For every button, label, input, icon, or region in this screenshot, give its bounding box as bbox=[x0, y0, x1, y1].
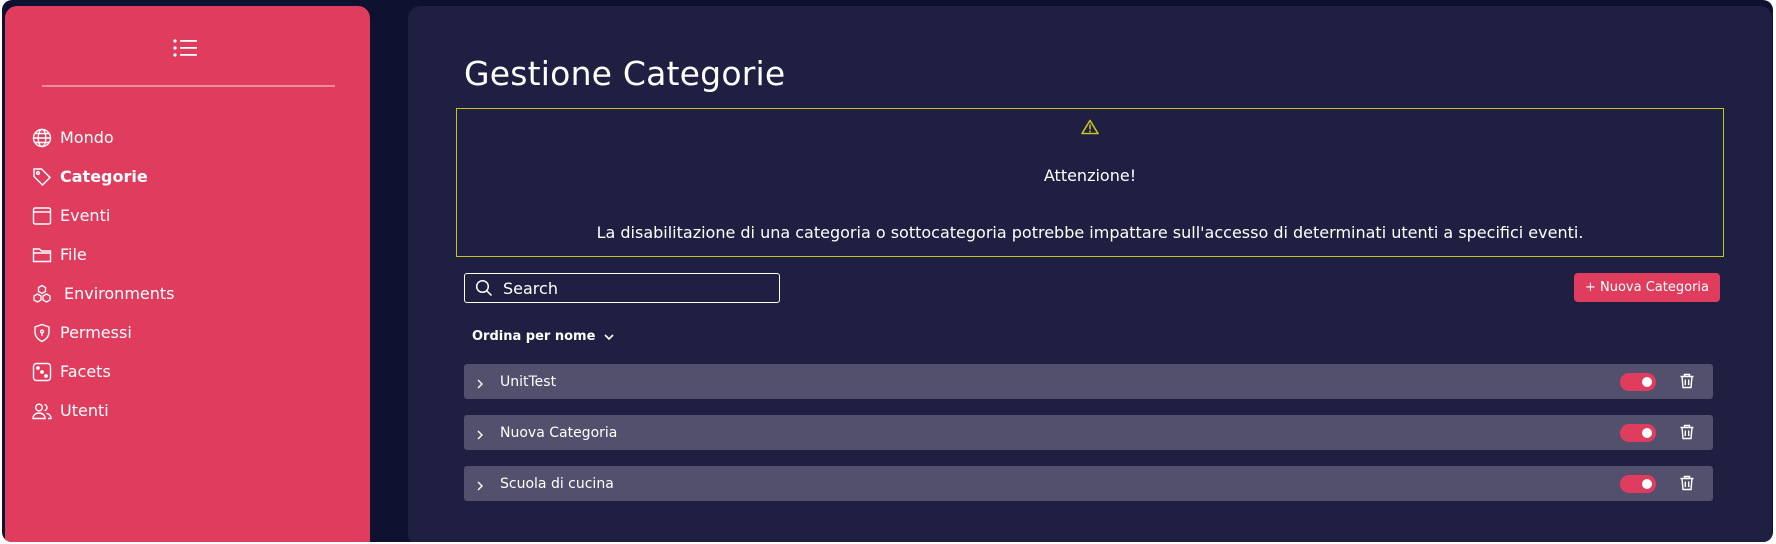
warning-alert: Attenzione! La disabilitazione di una ca… bbox=[456, 108, 1724, 257]
page-title: Gestione Categorie bbox=[464, 54, 786, 93]
search-input[interactable] bbox=[503, 278, 753, 298]
category-enabled-toggle[interactable] bbox=[1620, 424, 1656, 442]
tag-icon bbox=[31, 166, 53, 188]
sidebar-item-categorie[interactable]: Categorie bbox=[31, 157, 175, 196]
category-list: UnitTest Nuova Categoria Scuola di cucin… bbox=[464, 364, 1713, 517]
sidebar-item-label: Utenti bbox=[60, 401, 109, 420]
alert-message: La disabilitazione di una categoria o so… bbox=[596, 223, 1584, 242]
sidebar-item-label: Facets bbox=[60, 362, 111, 381]
sidebar-item-permessi[interactable]: Permessi bbox=[31, 313, 175, 352]
sidebar-item-label: Eventi bbox=[60, 206, 111, 225]
trash-icon[interactable] bbox=[1678, 372, 1696, 390]
sidebar-divider bbox=[42, 85, 335, 87]
sidebar-item-facets[interactable]: Facets bbox=[31, 352, 175, 391]
sidebar-item-label: Categorie bbox=[60, 167, 148, 186]
menu-list-icon[interactable] bbox=[172, 38, 198, 58]
chevron-right-icon[interactable] bbox=[474, 426, 486, 440]
sidebar-item-file[interactable]: File bbox=[31, 235, 175, 274]
sidebar-nav: Mondo Categorie Eventi File Environments… bbox=[31, 118, 175, 430]
sidebar-item-mondo[interactable]: Mondo bbox=[31, 118, 175, 157]
category-row: UnitTest bbox=[464, 364, 1713, 399]
toggle-knob bbox=[1642, 428, 1652, 438]
cubes-icon bbox=[31, 283, 53, 305]
main-panel: Gestione Categorie Attenzione! La disabi… bbox=[408, 6, 1772, 542]
sidebar-item-label: Mondo bbox=[60, 128, 114, 147]
sidebar-item-label: File bbox=[60, 245, 87, 264]
calendar-icon bbox=[31, 205, 53, 227]
sidebar-item-label: Environments bbox=[64, 284, 175, 303]
sidebar: Mondo Categorie Eventi File Environments… bbox=[5, 6, 370, 542]
chevron-down-icon bbox=[603, 331, 615, 343]
warning-icon bbox=[1081, 119, 1099, 135]
category-row: Nuova Categoria bbox=[464, 415, 1713, 450]
new-category-button[interactable]: + Nuova Categoria bbox=[1574, 273, 1720, 302]
sidebar-item-label: Permessi bbox=[60, 323, 132, 342]
category-enabled-toggle[interactable] bbox=[1620, 475, 1656, 493]
alert-title: Attenzione! bbox=[1043, 166, 1137, 185]
search-icon bbox=[475, 279, 493, 297]
sidebar-item-eventi[interactable]: Eventi bbox=[31, 196, 175, 235]
category-row: Scuola di cucina bbox=[464, 466, 1713, 501]
sort-label: Ordina per nome bbox=[472, 329, 596, 344]
category-enabled-toggle[interactable] bbox=[1620, 373, 1656, 391]
shield-icon bbox=[31, 322, 53, 344]
users-icon bbox=[31, 400, 53, 422]
folder-icon bbox=[31, 244, 53, 266]
sidebar-item-utenti[interactable]: Utenti bbox=[31, 391, 175, 430]
sort-dropdown[interactable]: Ordina per nome bbox=[472, 329, 615, 344]
search-box bbox=[464, 273, 780, 303]
chevron-right-icon[interactable] bbox=[474, 375, 486, 389]
category-name: Scuola di cucina bbox=[500, 475, 614, 492]
chevron-right-icon[interactable] bbox=[474, 477, 486, 491]
app-window: Mondo Categorie Eventi File Environments… bbox=[2, 0, 1773, 542]
trash-icon[interactable] bbox=[1678, 423, 1696, 441]
toggle-knob bbox=[1642, 479, 1652, 489]
dice-icon bbox=[31, 361, 53, 383]
toggle-knob bbox=[1642, 377, 1652, 387]
trash-icon[interactable] bbox=[1678, 474, 1696, 492]
sidebar-item-environments[interactable]: Environments bbox=[31, 274, 175, 313]
category-name: UnitTest bbox=[500, 373, 557, 390]
category-name: Nuova Categoria bbox=[500, 424, 618, 441]
globe-icon bbox=[31, 127, 53, 149]
